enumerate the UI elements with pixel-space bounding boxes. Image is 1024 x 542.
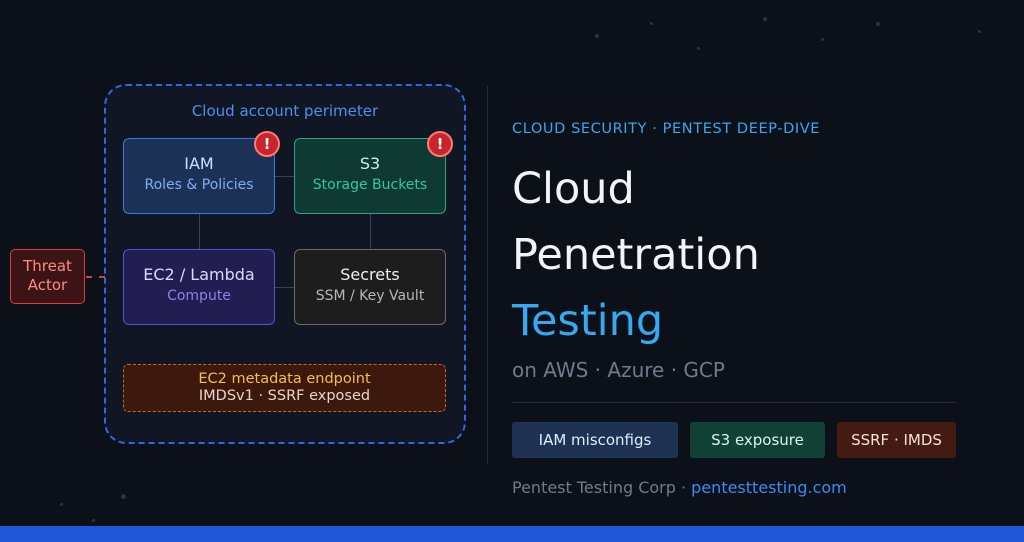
iam-node: IAM Roles & Policies — [123, 138, 275, 214]
subtitle: on AWS · Azure · GCP — [512, 358, 725, 382]
imds-subtitle: IMDSv1 · SSRF exposed — [198, 388, 371, 404]
background-dot — [876, 22, 880, 26]
vertical-divider — [487, 86, 488, 464]
secrets-node-subtitle: SSM / Key Vault — [315, 288, 425, 304]
bottom-accent-bar — [0, 526, 1024, 542]
background-dot — [697, 47, 700, 50]
perimeter-label: Cloud account perimeter — [191, 102, 379, 120]
exclamation-alert-icon: ! — [254, 131, 280, 157]
tag-iam-misconfigs: IAM misconfigs — [512, 422, 678, 458]
s3-node-subtitle: Storage Buckets — [312, 177, 428, 193]
connector-s3-secrets — [370, 214, 371, 249]
footer: Pentest Testing Corp · pentesttesting.co… — [512, 478, 847, 497]
threat-actor-connector — [86, 276, 105, 278]
background-dot — [60, 503, 63, 506]
ec2-node-title: EC2 / Lambda — [143, 265, 255, 284]
title-line-2: Penetration — [512, 230, 760, 280]
threat-actor-line2: Actor — [27, 276, 68, 294]
s3-node: S3 Storage Buckets — [294, 138, 446, 214]
secrets-node: Secrets SSM / Key Vault — [294, 249, 446, 325]
background-dot — [763, 17, 767, 21]
background-dot — [595, 34, 599, 38]
connector-iam-ec2 — [199, 214, 200, 249]
threat-actor-line1: Threat — [23, 257, 72, 275]
background-dot — [121, 494, 126, 499]
iam-node-title: IAM — [184, 154, 214, 173]
threat-actor-node: Threat Actor — [10, 249, 85, 304]
imds-title: EC2 metadata endpoint — [198, 371, 371, 387]
footer-company: Pentest Testing Corp · — [512, 478, 692, 497]
background-dot — [650, 22, 653, 25]
ec2-lambda-node: EC2 / Lambda Compute — [123, 249, 275, 325]
tag-s3-exposure: S3 exposure — [690, 422, 825, 458]
title-line-3: Testing — [512, 296, 664, 346]
background-dot — [92, 519, 95, 522]
footer-link[interactable]: pentesttesting.com — [691, 478, 847, 497]
secrets-node-title: Secrets — [340, 265, 400, 284]
ec2-node-subtitle: Compute — [167, 288, 231, 304]
title-line-1: Cloud — [512, 164, 635, 214]
eyebrow-label: CLOUD SECURITY · PENTEST DEEP-DIVE — [512, 121, 820, 137]
horizontal-divider — [512, 402, 957, 403]
iam-node-subtitle: Roles & Policies — [144, 177, 254, 193]
imds-endpoint-box: EC2 metadata endpoint IMDSv1 · SSRF expo… — [123, 364, 446, 412]
tag-ssrf-imds: SSRF · IMDS — [837, 422, 956, 458]
connector-iam-s3 — [275, 176, 295, 177]
background-dot — [821, 38, 824, 41]
connector-ec2-secrets — [275, 287, 295, 288]
s3-node-title: S3 — [359, 154, 381, 173]
background-dot — [978, 30, 981, 33]
exclamation-alert-icon: ! — [427, 131, 453, 157]
